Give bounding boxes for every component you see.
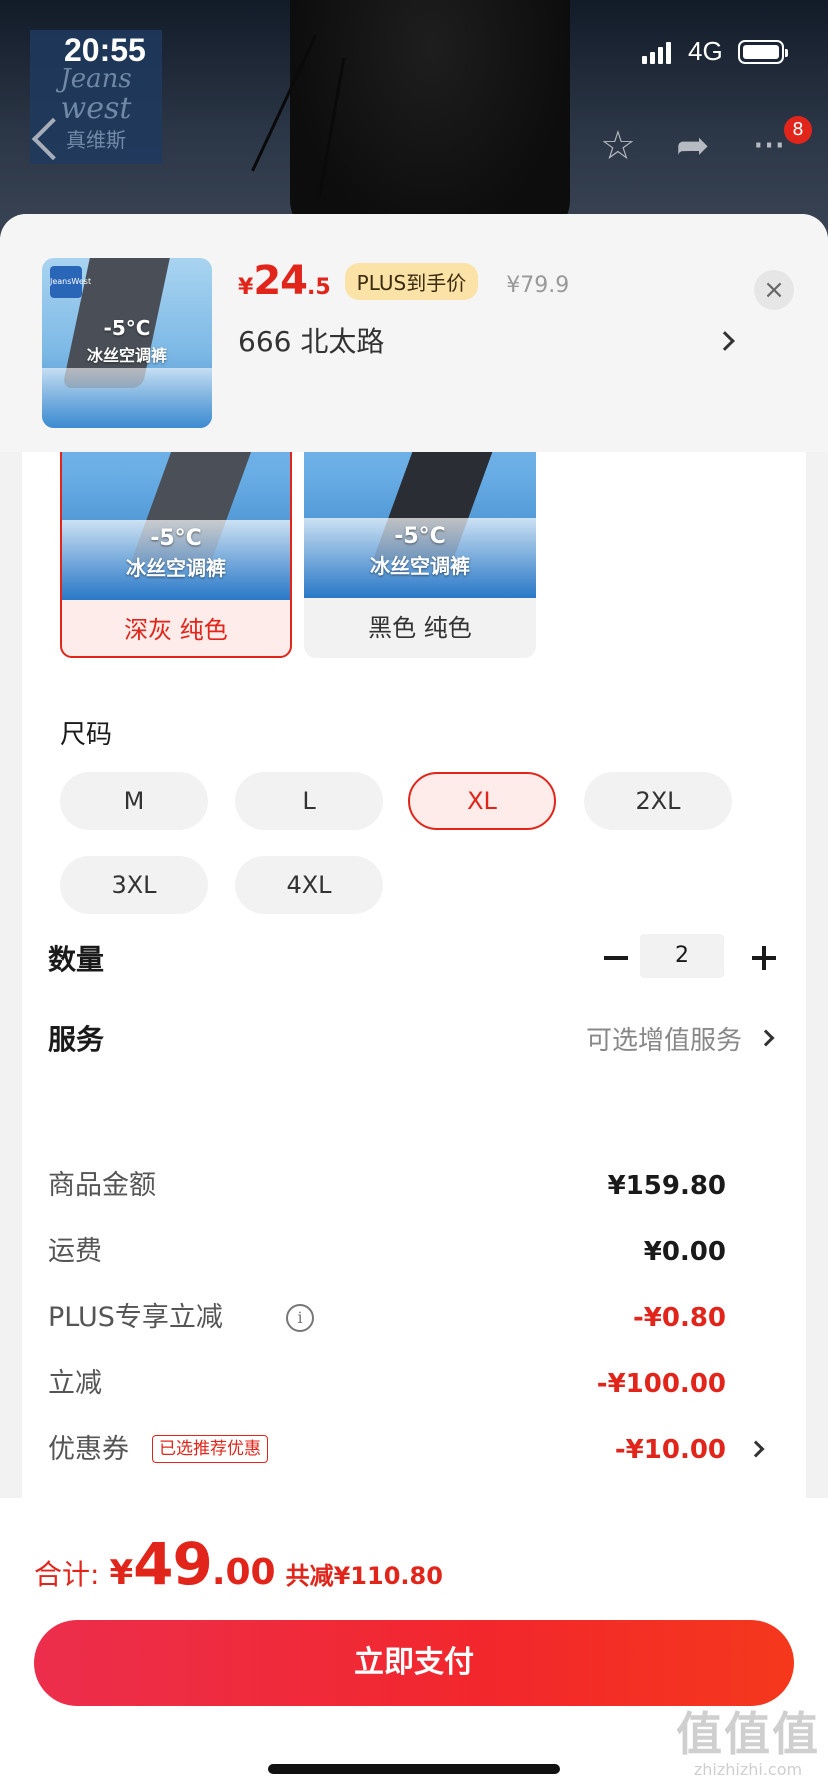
product-thumbnail: JeansWest -5°C 冰丝空调裤 — [42, 258, 212, 428]
chevron-right-icon — [715, 331, 735, 351]
plus-icon[interactable] — [752, 946, 776, 970]
total-savings: 共减¥110.80 — [285, 1562, 443, 1590]
color-image-text: 冰丝空调裤 — [126, 556, 226, 580]
coupon-status-tag: 已选推荐优惠 — [152, 1435, 268, 1463]
pay-now-button[interactable]: 立即支付 — [34, 1620, 794, 1706]
fee-value: -¥0.80 — [632, 1303, 726, 1333]
instant-discount-row: 立减 -¥100.00 — [48, 1362, 768, 1406]
quantity-label: 数量 — [48, 943, 105, 976]
color-image-text: -5°C — [394, 524, 446, 549]
size-option-m[interactable]: M — [60, 772, 208, 830]
price-row: ¥ 24 .5 PLUS到手价 ¥79.9 — [238, 258, 569, 308]
color-option-label: 黑色 纯色 — [368, 614, 472, 642]
status-time: 20:55 — [64, 32, 146, 68]
address-text: 666 北太路 — [238, 325, 385, 358]
watermark: 值值值 zhizhizhi.com — [676, 1708, 820, 1779]
close-icon[interactable]: × — [754, 270, 794, 310]
water-shape — [42, 368, 212, 428]
network-type: 4G — [688, 36, 723, 66]
chevron-right-icon[interactable] — [757, 1029, 775, 1047]
share-icon[interactable]: ➦ — [676, 126, 710, 166]
watermark-sub: zhizhizhi.com — [693, 1760, 803, 1779]
total-decimal: .00 — [211, 1552, 276, 1593]
fee-label: 优惠券 — [48, 1434, 129, 1465]
fee-value: -¥10.00 — [614, 1435, 726, 1465]
coupon-row[interactable]: 优惠券 已选推荐优惠 -¥10.00 — [48, 1428, 768, 1472]
chevron-right-icon — [747, 1440, 765, 1458]
signal-icon — [642, 40, 671, 64]
fee-label: 商品金额 — [48, 1170, 156, 1201]
color-option-label: 深灰 纯色 — [124, 616, 228, 644]
color-image-text: 冰丝空调裤 — [370, 554, 470, 578]
cart-count-badge: 8 — [784, 116, 812, 144]
fee-label: PLUS专享立减 — [48, 1302, 223, 1333]
info-icon[interactable]: i — [286, 1304, 314, 1332]
checkout-bar: 合计: ¥ 49 .00 共减¥110.80 立即支付 值值值 zhizhizh… — [0, 1498, 828, 1792]
sheet-header: JeansWest -5°C 冰丝空调裤 ¥ 24 .5 PLUS到手价 ¥79… — [0, 214, 828, 452]
total-currency: ¥ — [109, 1553, 134, 1593]
total-label: 合计: — [34, 1558, 100, 1591]
plus-discount-row: PLUS专享立减 i -¥0.80 — [48, 1296, 768, 1340]
battery-icon — [738, 40, 788, 64]
size-option-l[interactable]: L — [235, 772, 383, 830]
status-bar: 20:55 4G — [0, 0, 828, 100]
size-option-4xl[interactable]: 4XL — [235, 856, 383, 914]
fee-value: ¥159.80 — [607, 1171, 726, 1201]
size-option-3xl[interactable]: 3XL — [60, 856, 208, 914]
shipping-row: 运费 ¥0.00 — [48, 1230, 768, 1274]
address-selector[interactable]: 666 北太路 — [238, 320, 738, 364]
size-option-2xl[interactable]: 2XL — [584, 772, 732, 830]
total-row: 合计: ¥ 49 .00 共减¥110.80 — [34, 1530, 443, 1598]
original-price: ¥79.9 — [506, 273, 570, 298]
star-icon[interactable]: ☆ — [600, 126, 636, 166]
price-decimal: .5 — [306, 275, 331, 300]
brand-mini-logo: JeansWest — [50, 266, 91, 298]
more-icon[interactable]: ··· — [752, 126, 786, 166]
watermark-main: 值值值 — [676, 1707, 820, 1761]
quantity-input[interactable]: 2 — [640, 934, 724, 978]
size-section-label: 尺码 — [60, 720, 113, 750]
home-indicator[interactable] — [268, 1764, 560, 1774]
fee-label: 立减 — [48, 1368, 102, 1399]
color-image-text: -5°C — [150, 526, 202, 551]
service-label: 服务 — [48, 1023, 105, 1056]
fee-value: -¥100.00 — [596, 1369, 726, 1399]
price-currency: ¥ — [238, 275, 254, 300]
size-option-xl[interactable]: XL — [408, 772, 556, 830]
price-integer: 24 — [253, 258, 308, 304]
thumb-temp-text: -5°C — [103, 316, 151, 340]
fee-label: 运费 — [48, 1236, 102, 1267]
plus-price-tag: PLUS到手价 — [344, 263, 479, 300]
thumb-title-text: 冰丝空调裤 — [86, 346, 167, 365]
service-value[interactable]: 可选增值服务 — [586, 1020, 742, 1057]
goods-amount-row: 商品金额 ¥159.80 — [48, 1164, 768, 1208]
fees-card: 商品金额 ¥159.80 运费 ¥0.00 PLUS专享立减 i -¥0.80 … — [22, 1144, 806, 1544]
total-integer: 49 — [133, 1530, 213, 1598]
fee-value: ¥0.00 — [643, 1237, 726, 1267]
minus-icon[interactable] — [604, 956, 628, 960]
